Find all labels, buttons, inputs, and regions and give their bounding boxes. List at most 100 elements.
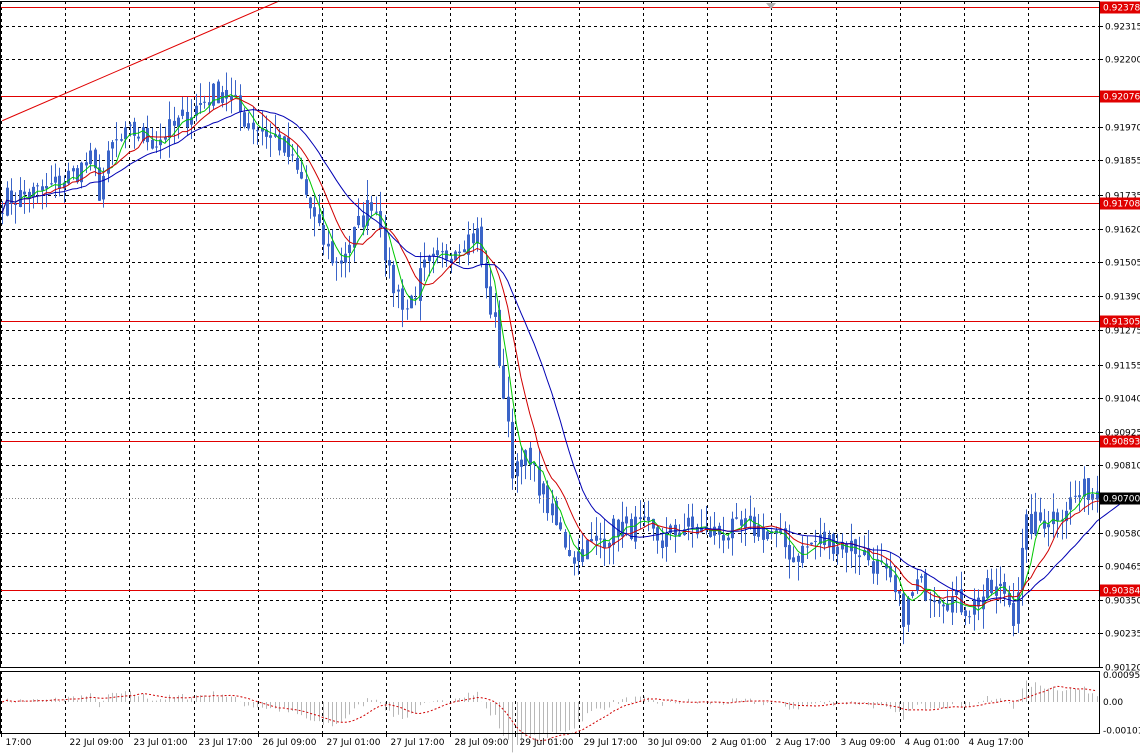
candle-body [494, 312, 497, 317]
candle-body [14, 203, 17, 205]
time-label: 3 Aug 09:00 [841, 738, 896, 748]
candle-body [810, 542, 813, 545]
candle-body [727, 537, 730, 541]
candle-body [313, 207, 316, 217]
candle-body [115, 139, 118, 141]
candle-body [1083, 478, 1086, 497]
candle-body [674, 524, 677, 536]
candle-body [428, 256, 431, 262]
candle-body [76, 168, 79, 183]
candle-body [691, 516, 694, 528]
candle-body [924, 573, 927, 601]
candle-body [516, 461, 519, 477]
candle-body [836, 546, 839, 555]
candle-body [753, 516, 756, 536]
price-tick-label: 0.91505 [1105, 259, 1140, 269]
time-label: 23 Jul 01:00 [134, 738, 188, 748]
candle-body [946, 604, 949, 611]
candle-body [1039, 512, 1042, 521]
candle-body [247, 123, 250, 129]
candle-body [489, 286, 492, 315]
candle-body [181, 109, 184, 116]
candle-body [151, 139, 154, 149]
candle-body [617, 519, 620, 537]
candle-body [384, 226, 387, 261]
price-tick-label: 0.90465 [1105, 563, 1140, 573]
candle-body [713, 526, 716, 536]
price-tick-label: 0.92315 [1105, 23, 1140, 33]
candle-body [344, 253, 347, 263]
candle-body [1074, 495, 1077, 497]
candle-body [806, 546, 809, 548]
candle-body [964, 610, 967, 617]
candle-body [173, 120, 176, 126]
price-tick-label: 0.91390 [1105, 293, 1140, 303]
candle-body [599, 538, 602, 540]
candle-body [612, 518, 615, 545]
candle-body [485, 263, 488, 289]
price-tick-label: 0.90580 [1105, 530, 1140, 540]
candle-body [441, 251, 444, 253]
candle-body [432, 253, 435, 257]
candle-body [850, 540, 853, 552]
price-tick-label: 0.90350 [1105, 597, 1140, 607]
candle-body [731, 518, 734, 539]
candle-body [564, 531, 567, 548]
candle-body [942, 604, 945, 607]
time-label: 29 Jul 01:00 [520, 738, 574, 748]
candle-body [722, 535, 725, 541]
candle-body [854, 539, 857, 554]
price-tick-label: 0.90235 [1105, 630, 1140, 640]
candle-body [203, 101, 206, 103]
candle-body [243, 112, 246, 127]
candle-body [814, 540, 817, 542]
candle-body [1021, 547, 1024, 591]
candle-body [348, 244, 351, 254]
time-label: 4 Aug 01:00 [905, 738, 960, 748]
price-tick-label: 0.92200 [1105, 56, 1140, 66]
chart-canvas[interactable]: 0.923150.922000.919700.918550.917350.916… [0, 0, 1140, 756]
candle-body [287, 137, 290, 157]
candle-body [225, 89, 228, 99]
candle-body [168, 119, 171, 138]
candle-body [120, 139, 123, 141]
candle-body [397, 289, 400, 292]
candle-body [357, 215, 360, 226]
oscillator-tick-label: -0.001011 [1103, 726, 1140, 736]
candle-body [538, 466, 541, 496]
candle-body [625, 516, 628, 524]
candle-body [23, 191, 26, 195]
candle-body [858, 555, 861, 558]
time-label: 23 Jul 17:00 [199, 738, 253, 748]
oscillator-tick-label: 0.00 [1103, 698, 1123, 708]
candle-body [296, 157, 299, 170]
time-label: 17:00 [6, 738, 32, 748]
time-label: 27 Jul 17:00 [391, 738, 445, 748]
time-label: 4 Aug 17:00 [969, 738, 1024, 748]
candle-body [639, 517, 642, 520]
candle-body [476, 228, 479, 244]
chart-background [0, 0, 1140, 756]
candle-body [511, 421, 514, 479]
candle-body [50, 183, 53, 185]
candle-body [327, 243, 330, 247]
candle-body [54, 176, 57, 183]
candle-body [362, 215, 365, 228]
candle-body [894, 575, 897, 593]
level-label: 0.90384 [1103, 587, 1140, 597]
candle-body [1, 212, 4, 214]
candle-body [129, 124, 132, 126]
price-tick-label: 0.91620 [1105, 226, 1140, 236]
candle-body [124, 127, 127, 140]
candle-body [542, 483, 545, 495]
candle-body [687, 517, 690, 527]
candle-body [410, 295, 413, 309]
candle-body [98, 167, 101, 201]
candle-body [986, 578, 989, 599]
candle-body [902, 593, 905, 627]
candle-body [291, 154, 294, 156]
time-label: 22 Jul 09:00 [70, 738, 124, 748]
candle-body [458, 251, 461, 254]
candle-body [577, 551, 580, 562]
candle-body [89, 150, 92, 165]
